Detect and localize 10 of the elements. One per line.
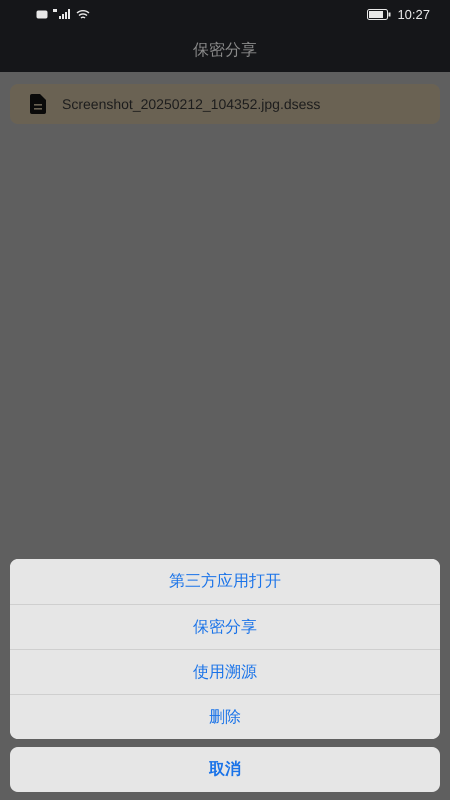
header-title: 保密分享: [193, 40, 257, 60]
action-option[interactable]: 删除: [10, 694, 440, 739]
document-icon: [30, 94, 46, 114]
wifi-icon: [76, 8, 90, 20]
signal-icon: [53, 9, 71, 19]
battery-icon: [367, 8, 392, 20]
status-time: 10:27: [397, 6, 430, 22]
cancel-button[interactable]: 取消: [10, 747, 440, 792]
file-item[interactable]: Screenshot_20250212_104352.jpg.dsess: [10, 84, 440, 124]
file-name: Screenshot_20250212_104352.jpg.dsess: [62, 96, 320, 112]
